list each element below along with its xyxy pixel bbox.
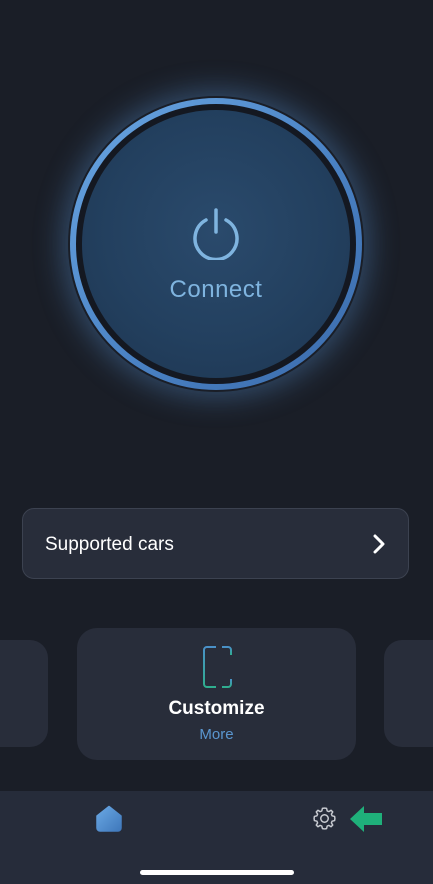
carousel-card-previous[interactable] <box>0 640 48 747</box>
customize-card[interactable]: Customize More <box>77 628 356 760</box>
app-screen: Connect Supported cars Customize More <box>0 0 433 884</box>
customize-title: Customize <box>168 698 265 719</box>
home-indicator[interactable] <box>140 870 294 875</box>
home-icon[interactable] <box>95 805 123 832</box>
connect-label: Connect <box>169 276 263 303</box>
supported-cars-button[interactable]: Supported cars <box>22 508 409 579</box>
bottom-nav-bar <box>0 791 433 884</box>
chevron-right-icon <box>373 534 385 554</box>
supported-cars-label: Supported cars <box>45 534 174 555</box>
carousel-card-next[interactable] <box>384 640 433 747</box>
customize-more-link[interactable]: More <box>77 726 356 743</box>
arrow-left-icon <box>350 806 382 832</box>
power-icon <box>193 208 239 260</box>
gear-icon[interactable] <box>312 806 337 831</box>
customize-sliders-icon <box>203 646 232 688</box>
